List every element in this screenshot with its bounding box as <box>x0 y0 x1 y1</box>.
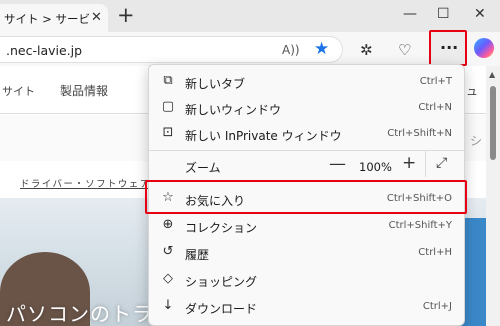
tab-strip: サイト > サービス＆サ ✕ + — ☐ ✕ <box>0 0 500 32</box>
menu-item-label: 履歴 <box>185 248 210 262</box>
menu-item-label: 新しいタブ <box>185 77 246 91</box>
hero-heading: パソコンのトラ <box>6 302 153 326</box>
menu-item-collections[interactable]: ⊕ コレクション Ctrl+Shift+Y <box>149 213 464 239</box>
new-tab-icon: ⧉ <box>163 73 173 88</box>
menu-separator <box>149 150 464 151</box>
menu-item-history[interactable]: ↺ 履歴 Ctrl+H <box>149 240 464 266</box>
inprivate-icon: ⊡ <box>162 125 174 140</box>
collections-icon: ⊕ <box>162 217 174 232</box>
browser-tab[interactable]: サイト > サービス＆サ ✕ <box>0 4 108 32</box>
menu-item-label: 新しい InPrivate ウィンドウ <box>185 129 342 143</box>
side-nav-glyph: シ <box>470 134 483 148</box>
menu-item-label: コレクション <box>185 221 258 235</box>
extensions-icon[interactable]: ✲ <box>360 41 373 59</box>
tab-title: サイト > サービス＆サ <box>4 12 90 26</box>
menu-item-shortcut: Ctrl+H <box>418 247 452 258</box>
menu-item-shortcut: Ctrl+N <box>418 102 452 113</box>
zoom-out-button[interactable]: — <box>329 154 346 174</box>
add-favorite-star-icon[interactable]: ★ <box>314 39 329 59</box>
address-bar[interactable]: .nec-lavie.jp A)) ★ <box>0 36 343 63</box>
read-aloud-icon[interactable]: A)) <box>282 43 300 57</box>
menu-item-new-tab[interactable]: ⧉ 新しいタブ Ctrl+T <box>149 69 464 95</box>
new-window-icon: ▢ <box>161 99 175 114</box>
scroll-up-icon[interactable]: ▲ <box>489 70 495 79</box>
zoom-value: 100% <box>359 160 392 174</box>
zoom-in-button[interactable]: + <box>402 153 416 173</box>
shopping-icon: ◇ <box>163 271 173 286</box>
browser-essentials-icon[interactable]: ♡ <box>398 41 411 59</box>
maximize-button[interactable]: ☐ <box>437 6 450 22</box>
history-icon: ↺ <box>162 244 174 259</box>
minimize-button[interactable]: — <box>403 6 417 22</box>
menu-item-shortcut: Ctrl+J <box>422 301 452 312</box>
scroll-thumb[interactable] <box>490 86 496 160</box>
page-scrollbar[interactable]: ▲ <box>486 66 500 326</box>
menu-item-shortcut: Ctrl+T <box>419 76 452 87</box>
url-text[interactable]: .nec-lavie.jp <box>6 43 82 58</box>
menu-item-new-window[interactable]: ▢ 新しいウィンドウ Ctrl+N <box>149 95 464 121</box>
menu-item-shortcut: Ctrl+Shift+Y <box>388 220 452 231</box>
nav-item-partial[interactable]: ュ <box>466 82 478 99</box>
toolbar: .nec-lavie.jp A)) ★ ✲ ♡ <box>0 32 500 66</box>
menu-item-shopping[interactable]: ◇ ショッピング <box>149 267 464 293</box>
downloads-icon: ↓ <box>162 298 174 313</box>
menu-item-shortcut: Ctrl+Shift+N <box>387 128 452 139</box>
zoom-divider <box>425 151 426 177</box>
menu-item-label: ショッピング <box>185 275 258 289</box>
driver-software-link[interactable]: ドライバー・ソフトウェア <box>20 176 151 190</box>
menu-item-new-inprivate[interactable]: ⊡ 新しい InPrivate ウィンドウ Ctrl+Shift+N <box>149 121 464 147</box>
favorites-highlight-box <box>145 180 467 214</box>
more-dots-icon: ··· <box>440 38 459 57</box>
settings-and-more-button[interactable]: ··· <box>429 30 467 66</box>
menu-item-label: 新しいウィンドウ <box>185 103 282 117</box>
nav-item-site[interactable]: サイト <box>2 83 35 99</box>
copilot-icon[interactable] <box>474 38 494 58</box>
new-tab-button[interactable]: + <box>117 3 135 27</box>
window-close-button[interactable]: ✕ <box>474 6 486 22</box>
nav-item-products[interactable]: 製品情報 <box>60 82 108 99</box>
tab-close-icon[interactable]: ✕ <box>91 10 102 25</box>
menu-item-label: ダウンロード <box>185 302 258 316</box>
zoom-label: ズーム <box>185 161 221 175</box>
fullscreen-icon[interactable]: ⤢ <box>436 155 447 171</box>
menu-item-downloads[interactable]: ↓ ダウンロード Ctrl+J <box>149 294 464 320</box>
